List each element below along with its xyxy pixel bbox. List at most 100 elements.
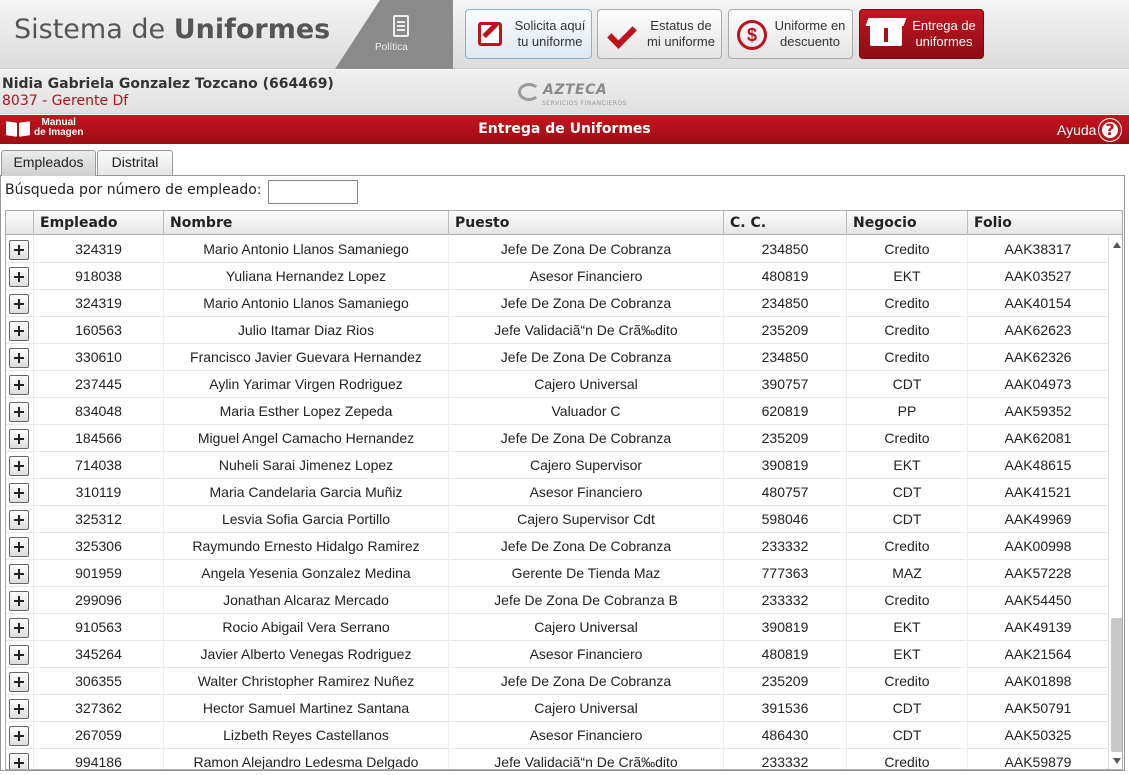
column-header-negocio[interactable]: Negocio	[846, 211, 967, 235]
table-row[interactable]: 345264 Javier Alberto Venegas Rodriguez As…	[6, 641, 1108, 668]
policy-button[interactable]: Política	[335, 0, 453, 69]
cell-cc: 235209	[723, 668, 846, 695]
scroll-down-icon[interactable]	[1110, 754, 1122, 768]
cell-puesto: Jefe De Zona De Cobranza	[448, 344, 723, 371]
table-scrollbar[interactable]	[1108, 236, 1122, 769]
table-row[interactable]: 299096 Jonathan Alcaraz Mercado Jefe De Zo…	[6, 587, 1108, 614]
table-row[interactable]: 327362 Hector Samuel Martinez Santana Caje…	[6, 695, 1108, 722]
cell-folio: AAK38317	[967, 236, 1108, 263]
uniform-status-button[interactable]: Estatus de mi uniforme	[597, 9, 722, 59]
expand-row-plus-icon[interactable]	[9, 699, 29, 719]
expand-row-plus-icon[interactable]	[9, 591, 29, 611]
column-header-cc[interactable]: C. C.	[723, 211, 846, 235]
expand-row-plus-icon[interactable]	[9, 294, 29, 314]
column-header-folio[interactable]: Folio	[967, 211, 1122, 235]
document-icon	[393, 15, 409, 37]
table-row[interactable]: 237445 Aylin Yarimar Virgen Rodriguez Caje…	[6, 371, 1108, 398]
uniform-status-label: Estatus de mi uniforme	[647, 18, 715, 49]
cell-negocio: EKT	[846, 641, 967, 668]
expand-row-plus-icon[interactable]	[9, 240, 29, 260]
cell-puesto: Cajero Supervisor Cdt	[448, 506, 723, 533]
table-row[interactable]: 918038 Yuliana Hernandez Lopez Asesor Fina…	[6, 263, 1108, 290]
section-title-bar: Manual de Imagen Entrega de Uniformes Ay…	[0, 115, 1129, 144]
scroll-thumb[interactable]	[1111, 618, 1122, 752]
expand-row-plus-icon[interactable]	[9, 348, 29, 368]
table-row[interactable]: 306355 Walter Christopher Ramirez Nuñez Je…	[6, 668, 1108, 695]
table-row[interactable]: 901959 Angela Yesenia Gonzalez Medina Gere…	[6, 560, 1108, 587]
expand-row-plus-icon[interactable]	[9, 672, 29, 692]
table-row[interactable]: 714038 Nuheli Sarai Jimenez Lopez Cajero S…	[6, 452, 1108, 479]
expand-row-plus-icon[interactable]	[9, 375, 29, 395]
uniform-discount-label: Uniforme en descuento	[774, 18, 846, 49]
table-row[interactable]: 324319 Mario Antonio Llanos Samaniego Jefe…	[6, 290, 1108, 317]
app-title-bold: Uniformes	[173, 14, 331, 45]
expand-row-plus-icon[interactable]	[9, 753, 29, 769]
cell-folio: AAK21564	[967, 641, 1108, 668]
tab-distrital[interactable]: Distrital	[97, 150, 173, 175]
cell-negocio: CDT	[846, 506, 967, 533]
column-header-puesto[interactable]: Puesto	[448, 211, 723, 235]
cell-nombre: Maria Esther Lopez Zepeda	[163, 398, 448, 425]
expand-row-plus-icon[interactable]	[9, 483, 29, 503]
table-row[interactable]: 324319 Mario Antonio Llanos Samaniego Jefe…	[6, 236, 1108, 263]
expand-row-plus-icon[interactable]	[9, 726, 29, 746]
column-header-nombre[interactable]: Nombre	[163, 211, 448, 235]
cell-folio: AAK01898	[967, 668, 1108, 695]
expand-row-plus-icon[interactable]	[9, 429, 29, 449]
cell-empleado: 327362	[33, 695, 163, 722]
table-row[interactable]: 325306 Raymundo Ernesto Hidalgo Ramirez Je…	[6, 533, 1108, 560]
column-header-expand	[6, 211, 33, 235]
expand-row-plus-icon[interactable]	[9, 267, 29, 287]
table-row[interactable]: 330610 Francisco Javier Guevara Hernandez…	[6, 344, 1108, 371]
table-row[interactable]: 160563 Julio Itamar Diaz Rios Jefe Validac…	[6, 317, 1108, 344]
expand-row-plus-icon[interactable]	[9, 321, 29, 341]
table-row[interactable]: 910563 Rocio Abigail Vera Serrano Cajero U…	[6, 614, 1108, 641]
table-row[interactable]: 994186 Ramon Alejandro Ledesma Delgado Jef…	[6, 749, 1108, 769]
cell-empleado: 184566	[33, 425, 163, 452]
expand-row-plus-icon[interactable]	[9, 618, 29, 638]
table-body: 324319 Mario Antonio Llanos Samaniego Jefe…	[6, 236, 1108, 769]
page-title: Entrega de Uniformes	[478, 121, 651, 137]
table-row[interactable]: 834048 Maria Esther Lopez Zepeda Valuador …	[6, 398, 1108, 425]
cell-folio: AAK59352	[967, 398, 1108, 425]
employees-panel: Búsqueda por número de empleado: Emplead…	[0, 175, 1125, 771]
employee-number-search-input[interactable]	[268, 180, 358, 204]
expand-row-plus-icon[interactable]	[9, 510, 29, 530]
cell-puesto: Valuador C	[448, 398, 723, 425]
user-role: 8037 - Gerente Df	[2, 93, 129, 109]
cell-puesto: Cajero Universal	[448, 371, 723, 398]
cell-negocio: CDT	[846, 722, 967, 749]
cell-folio: AAK49139	[967, 614, 1108, 641]
cell-nombre: Aylin Yarimar Virgen Rodriguez	[163, 371, 448, 398]
app-title-prefix: Sistema de	[14, 14, 166, 45]
cell-negocio: Credito	[846, 587, 967, 614]
azteca-logo-icon	[518, 83, 540, 101]
expand-row-plus-icon[interactable]	[9, 537, 29, 557]
cell-cc: 391536	[723, 695, 846, 722]
table-row[interactable]: 184566 Miguel Angel Camacho Hernandez Jefe…	[6, 425, 1108, 452]
cell-cc: 480819	[723, 263, 846, 290]
cell-cc: 234850	[723, 236, 846, 263]
expand-row-plus-icon[interactable]	[9, 564, 29, 584]
uniform-delivery-button[interactable]: Entrega de uniformes	[859, 9, 984, 59]
expand-row-plus-icon[interactable]	[9, 456, 29, 476]
cell-folio: AAK62326	[967, 344, 1108, 371]
column-header-empleado[interactable]: Empleado	[33, 211, 163, 235]
cell-nombre: Walter Christopher Ramirez Nuñez	[163, 668, 448, 695]
table-row[interactable]: 310119 Maria Candelaria Garcia Muñiz Aseso…	[6, 479, 1108, 506]
tab-empleados[interactable]: Empleados	[1, 150, 96, 176]
request-uniform-button[interactable]: Solicita aquí tu uniforme	[465, 9, 592, 59]
uniform-discount-button[interactable]: $ Uniforme en descuento	[728, 9, 853, 59]
table-row[interactable]: 267059 Lizbeth Reyes Castellanos Asesor Fi…	[6, 722, 1108, 749]
cell-nombre: Yuliana Hernandez Lopez	[163, 263, 448, 290]
expand-row-plus-icon[interactable]	[9, 645, 29, 665]
cell-puesto: Asesor Financiero	[448, 722, 723, 749]
expand-row-plus-icon[interactable]	[9, 402, 29, 422]
cell-puesto: Cajero Supervisor	[448, 452, 723, 479]
cell-empleado: 325312	[33, 506, 163, 533]
cell-negocio: PP	[846, 398, 967, 425]
cell-folio: AAK04973	[967, 371, 1108, 398]
user-name: Nidia Gabriela Gonzalez Tozcano (664469)	[2, 76, 334, 92]
scroll-up-icon[interactable]	[1110, 238, 1122, 252]
table-row[interactable]: 325312 Lesvia Sofia Garcia Portillo Cajero…	[6, 506, 1108, 533]
